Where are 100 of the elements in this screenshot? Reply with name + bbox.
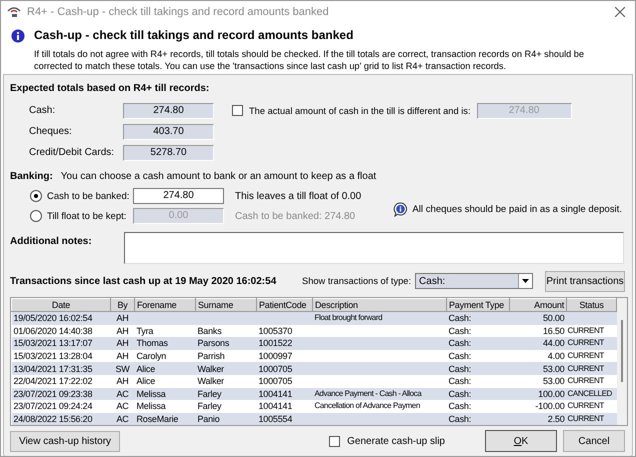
table-cell: 1005370 — [258, 326, 292, 336]
notes-field[interactable] — [124, 232, 624, 264]
column-header[interactable]: Description — [312, 298, 446, 312]
table-cell: Thomas — [136, 338, 168, 348]
total-label: Cash: — [28, 105, 56, 116]
table-cell: 1000705 — [258, 376, 292, 386]
column-header[interactable]: PatientCode — [256, 298, 312, 312]
filter-label: Show transactions of type: — [302, 276, 412, 286]
type-dropdown[interactable]: Cash: — [415, 273, 534, 289]
column-header[interactable]: Payment Type — [446, 298, 510, 312]
notes-label: Additional notes: — [10, 235, 93, 249]
history-button[interactable]: View cash-up history — [10, 430, 120, 452]
table-cell: Cancellation of Advance Paymen — [314, 401, 420, 410]
table-cell: 24/08/2022 15:56:20 — [14, 414, 92, 424]
table-cell: CURRENT — [568, 364, 604, 373]
banking-hint: You can choose a cash amount to bank or an amount to keep as a float — [60, 170, 376, 182]
cancel-button[interactable]: Cancel — [563, 430, 625, 452]
table-cell: CURRENT — [568, 376, 604, 386]
table-cell: Cash: — [448, 338, 472, 348]
table-cell: AH — [116, 338, 129, 348]
checkbox[interactable] — [329, 436, 340, 446]
table-cell: Carolyn — [136, 351, 166, 362]
info-icon — [393, 202, 408, 216]
table-cell: 53.00 — [542, 376, 564, 386]
table-cell: AH — [116, 376, 129, 386]
table-cell: 23/07/2021 09:24:24 — [14, 401, 92, 412]
column-header[interactable]: Amount — [510, 298, 566, 312]
table-cell: AC — [116, 414, 129, 424]
table-cell: 1005554 — [258, 414, 292, 424]
checkbox-label: The actual amount of cash in the till is different and is: — [249, 106, 471, 116]
radio-button[interactable] — [30, 210, 42, 222]
table-cell: 100.00 — [538, 388, 564, 399]
table-cell: Walker — [198, 364, 224, 374]
table-cell: AH — [116, 326, 129, 336]
table-cell: Cash: — [448, 364, 472, 374]
table-cell: Parrish — [198, 351, 225, 362]
table-cell: Melissa — [136, 388, 166, 399]
table-cell: 1004141 — [258, 388, 292, 399]
table-cell: 01/06/2020 14:40:38 — [14, 326, 92, 336]
table-cell: Farley — [198, 388, 222, 399]
scrollbar[interactable] — [617, 298, 627, 425]
table-cell: Alice — [136, 364, 156, 374]
section-heading: Banking: — [10, 170, 53, 182]
table-cell: Cash: — [448, 326, 472, 336]
checkbox[interactable] — [232, 105, 243, 116]
table-cell: 15/03/2021 13:17:07 — [14, 338, 92, 348]
table-cell: AH — [116, 351, 129, 362]
ok-button[interactable]: OK — [485, 430, 557, 452]
table-cell: Tyra — [136, 326, 154, 336]
print-button[interactable]: Print transactions — [545, 270, 625, 292]
table-cell: Cash: — [448, 351, 472, 362]
table-cell: Farley — [198, 401, 222, 412]
column-header[interactable]: By — [110, 298, 134, 312]
table-cell: 15/03/2021 13:28:04 — [14, 351, 92, 362]
section-heading: Expected totals based on R4+ till records: — [10, 83, 210, 94]
table-cell: Cash: — [448, 388, 472, 399]
table-cell: Float brought forward — [314, 313, 382, 322]
radio-button[interactable] — [30, 190, 42, 202]
table-cell: 13/04/2021 17:31:35 — [14, 364, 92, 374]
header-title: Cash-up - check till takings and record amounts banked — [34, 28, 354, 42]
table-cell: 1004141 — [258, 401, 292, 412]
total-field: 403.70 — [123, 124, 214, 140]
table-cell: AH — [116, 313, 129, 324]
header-message: If till totals do not agree with R4+ records, till totals should be checked. If the till totals are correct, transaction records on R4+ should be corrected to match these totals. You can use the 'transactions since last cash up' grid to list R4+ transaction records. — [34, 48, 586, 72]
table-cell: 16.50 — [542, 326, 564, 336]
table-cell: 4.00 — [548, 351, 564, 362]
table-cell: SW — [115, 364, 130, 374]
table-cell: CURRENT — [568, 338, 604, 348]
column-header[interactable]: Date — [12, 298, 110, 312]
total-label: Cheques: — [28, 126, 73, 137]
table-cell: 22/04/2021 17:22:02 — [14, 376, 92, 386]
table-cell: Advance Payment - Cash - Alloca — [314, 388, 422, 398]
section-heading: Transactions since last cash up at 19 May 2020 16:02:54 — [10, 276, 278, 286]
table-cell: 44.00 — [542, 338, 564, 348]
table-cell: CURRENT — [568, 401, 604, 410]
table-cell: AC — [116, 388, 129, 399]
table-cell: CURRENT — [568, 326, 604, 335]
option-note: This leaves a till float of 0.00 — [235, 190, 362, 202]
amount-field[interactable]: 274.80 — [133, 188, 224, 204]
table-cell: 1000997 — [258, 351, 292, 362]
table-cell: 23/07/2021 09:23:38 — [14, 388, 92, 399]
table-cell: Cash: — [448, 376, 472, 386]
column-header[interactable]: Forename — [134, 298, 196, 312]
table-cell: -100.00 — [535, 401, 564, 412]
table-cell: RoseMarie — [136, 414, 178, 424]
table-cell: Panio — [198, 414, 220, 424]
table-cell: Melissa — [136, 401, 166, 412]
table-cell: 50.00 — [542, 313, 564, 324]
table-cell: Parsons — [198, 338, 230, 348]
column-header[interactable]: Surname — [196, 298, 256, 312]
close-icon[interactable] — [615, 7, 625, 17]
table-cell: AC — [116, 401, 129, 412]
table-cell: 2.50 — [548, 414, 564, 424]
total-label: Credit/Debit Cards: — [28, 147, 116, 158]
table-cell: CURRENT — [568, 351, 604, 360]
info-note: All cheques should be paid in as a single deposit. — [412, 204, 622, 214]
table-cell: Banks — [198, 326, 222, 336]
window-title: R4+ - Cash-up - check till takings and record amounts banked — [27, 6, 330, 18]
table-cell: CURRENT — [568, 414, 604, 424]
column-header[interactable]: Status — [566, 298, 616, 312]
